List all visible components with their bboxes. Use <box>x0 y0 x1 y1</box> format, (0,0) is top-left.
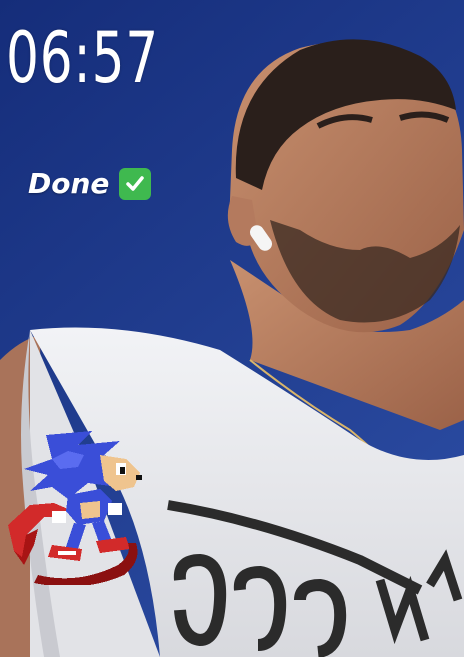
clock-time: 06:57 <box>6 17 159 99</box>
story-frame: 06:57 Done <box>0 0 464 657</box>
sonic-sticker[interactable] <box>8 425 146 585</box>
caption-text: Done <box>28 167 110 200</box>
caption: Done <box>28 166 152 202</box>
check-mark-button-icon <box>119 168 152 200</box>
